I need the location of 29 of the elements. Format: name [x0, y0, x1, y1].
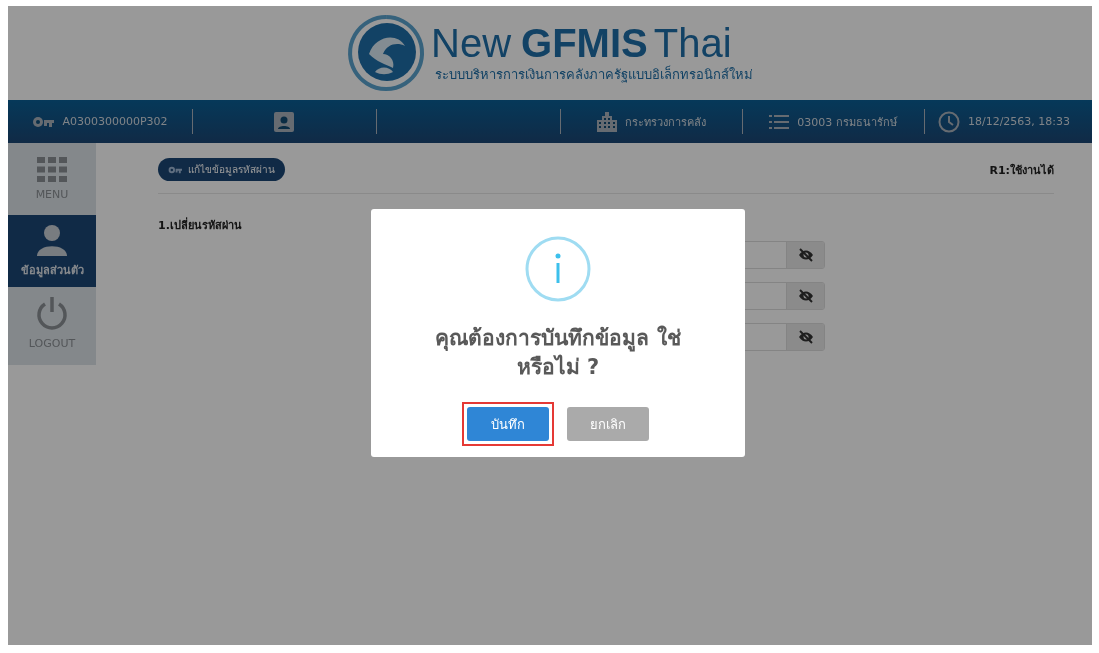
clock-icon	[937, 110, 960, 133]
logo-word: Thai	[653, 21, 732, 64]
info-text: กระทรวงการคลัง	[624, 114, 706, 131]
sidebar-item[interactable]: ข้อมูลส่วนตัว	[8, 215, 96, 287]
grid-icon	[37, 157, 67, 183]
power-icon	[35, 296, 69, 332]
edit-password-button[interactable]: แก้ไขข้อมูลรหัสผ่าน	[158, 158, 285, 181]
dialog-message: คุณต้องการบันทึกข้อมูล ใช่หรือไม่ ?	[434, 324, 682, 381]
key-icon	[32, 115, 55, 128]
info-text: 03003 กรมธนารักษ์	[797, 114, 897, 131]
eye-slash-icon[interactable]	[786, 283, 824, 309]
section-title: 1.เปลี่ยนรหัสผ่าน	[158, 216, 242, 234]
profile-card-icon	[274, 111, 294, 132]
key-icon	[168, 165, 182, 174]
cancel-button[interactable]: ยกเลิก	[567, 407, 649, 441]
eye-slash-icon[interactable]	[786, 242, 824, 268]
building-icon	[596, 111, 617, 132]
logo-word: New	[431, 21, 512, 64]
status-text: R1:ใช้งานได้	[989, 162, 1054, 179]
user-icon	[35, 223, 69, 256]
list-icon	[769, 114, 790, 129]
eye-slash-icon[interactable]	[786, 324, 824, 350]
info-icon	[525, 236, 591, 302]
logo-word: GFMIS	[521, 21, 648, 64]
emblem-icon	[347, 14, 425, 92]
save-button[interactable]: บันทึก	[467, 407, 549, 441]
logo-subtitle: ระบบบริหารการเงินการคลังภาครัฐแบบอิเล็กทรอนิกส์ใหม่	[435, 64, 753, 85]
info-text: A0300300000P302	[62, 115, 168, 128]
info-text: 18/12/2563, 18:33	[967, 115, 1071, 128]
